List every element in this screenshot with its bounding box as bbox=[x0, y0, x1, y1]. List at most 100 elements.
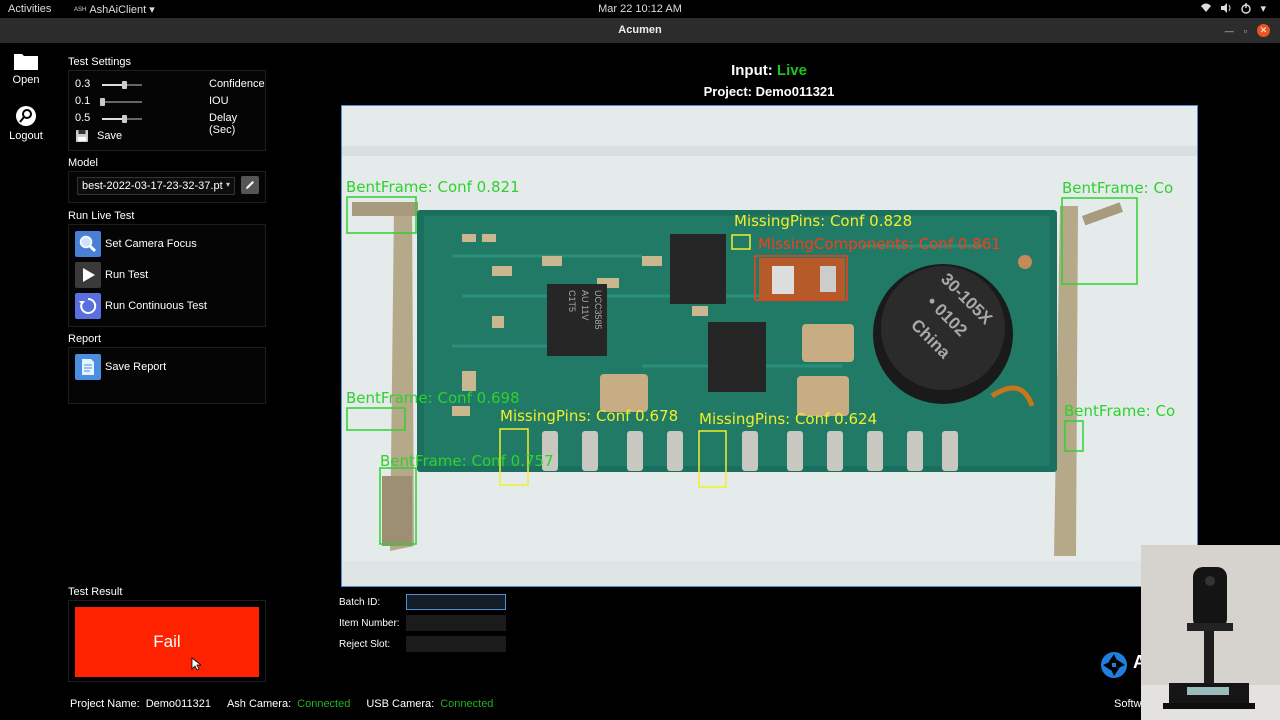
ash-camera-status: Ash Camera: Connected bbox=[227, 698, 350, 710]
ic-marking-line-2: AU 11V bbox=[580, 290, 590, 320]
software-text: Softw bbox=[1114, 698, 1142, 710]
window-title: Acumen bbox=[618, 24, 662, 36]
company-logo-icon bbox=[1101, 652, 1127, 678]
run-test-button[interactable]: Run Test bbox=[75, 261, 148, 289]
mouse-cursor-icon bbox=[191, 657, 201, 671]
project-name-label: Project Name: bbox=[70, 698, 140, 710]
model-panel: best-2022-03-17-23-32-37.pt ▾ bbox=[68, 171, 266, 203]
run-live-test-heading: Run Live Test bbox=[68, 210, 135, 222]
power-icon bbox=[1241, 3, 1252, 14]
camera-feed-image: UCC3585 AU 11V C1T5 30-105X • 0102 China bbox=[342, 106, 1197, 586]
save-settings-button[interactable]: Save bbox=[75, 129, 122, 143]
project-title: Project: Demo011321 bbox=[703, 84, 835, 99]
webcam-overlay bbox=[1141, 545, 1280, 720]
confidence-slider[interactable] bbox=[102, 81, 142, 89]
logout-label: Logout bbox=[9, 130, 43, 142]
edit-model-button[interactable] bbox=[241, 176, 259, 194]
wifi-icon bbox=[1201, 3, 1212, 12]
ash-camera-label: Ash Camera: bbox=[226, 698, 292, 710]
test-settings-panel: 0.3 Confidence 0.1 IOU 0.5 Delay (Sec) S… bbox=[68, 70, 266, 151]
detection-label: BentFrame: Co bbox=[1064, 402, 1175, 420]
app-body: Open Logout Test Settings 0.3 Confidence… bbox=[0, 43, 1280, 720]
save-report-label: Save Report bbox=[105, 361, 167, 373]
system-top-bar: Activities ASH AshAiClient ▾ Mar 22 10:12… bbox=[0, 0, 1280, 18]
run-continuous-test-button[interactable]: Run Continuous Test bbox=[75, 292, 207, 320]
detection-label: BentFrame: Conf 0.821 bbox=[346, 178, 520, 196]
reject-slot-label: Reject Slot: bbox=[339, 639, 391, 650]
batch-id-input[interactable] bbox=[406, 594, 506, 610]
item-number-label: Item Number: bbox=[339, 618, 400, 629]
folder-icon bbox=[14, 54, 38, 70]
set-camera-focus-label: Set Camera Focus bbox=[105, 238, 197, 250]
test-result-heading: Test Result bbox=[68, 586, 123, 598]
save-settings-label: Save bbox=[97, 130, 123, 142]
model-select-value: best-2022-03-17-23-32-37.pt bbox=[82, 180, 223, 192]
delay-label: Delay (Sec) bbox=[209, 112, 238, 136]
report-panel: Save Report bbox=[68, 347, 266, 404]
batch-id-label: Batch ID: bbox=[339, 597, 381, 608]
delay-row: 0.5 Delay (Sec) bbox=[75, 112, 265, 136]
iou-value: 0.1 bbox=[75, 95, 91, 107]
floppy-disk-icon bbox=[76, 130, 88, 142]
detection-label: BentFrame: Conf 0.698 bbox=[346, 389, 520, 407]
project-name-status: Project Name: Demo011321 bbox=[70, 698, 211, 710]
minimize-button[interactable]: — bbox=[1225, 26, 1234, 36]
confidence-row: 0.3 Confidence bbox=[75, 78, 265, 92]
set-camera-focus-button[interactable]: Set Camera Focus bbox=[75, 230, 197, 258]
iou-label: IOU bbox=[209, 95, 229, 107]
delay-slider[interactable] bbox=[102, 115, 142, 123]
iou-row: 0.1 IOU bbox=[75, 95, 265, 109]
input-label: Input: bbox=[731, 62, 773, 79]
refresh-icon bbox=[75, 293, 101, 319]
model-heading: Model bbox=[68, 157, 98, 169]
play-icon bbox=[75, 262, 101, 288]
key-icon bbox=[16, 106, 36, 126]
save-report-button[interactable]: Save Report bbox=[75, 353, 166, 381]
project-name-value: Demo011321 bbox=[145, 698, 211, 710]
input-live-status: Live bbox=[776, 62, 807, 79]
iou-slider[interactable] bbox=[100, 98, 142, 106]
reject-slot-input[interactable] bbox=[406, 636, 506, 652]
open-button[interactable]: Open bbox=[4, 51, 48, 86]
detection-label: MissingPins: Conf 0.624 bbox=[699, 410, 877, 428]
run-continuous-test-label: Run Continuous Test bbox=[105, 300, 207, 312]
close-button[interactable]: ✕ bbox=[1257, 24, 1270, 37]
ic-marking-line-3: C1T5 bbox=[567, 290, 577, 312]
detection-label: MissingPins: Conf 0.828 bbox=[734, 212, 912, 230]
model-select[interactable]: best-2022-03-17-23-32-37.pt ▾ bbox=[77, 177, 235, 195]
detection-label: BentFrame: Co bbox=[1062, 179, 1173, 197]
tray-chevron-icon: ▾ bbox=[1260, 3, 1266, 15]
open-label: Open bbox=[12, 74, 40, 86]
webcam-overlay-image bbox=[1141, 545, 1280, 720]
pencil-icon bbox=[246, 181, 254, 189]
item-number-input[interactable] bbox=[406, 615, 506, 631]
chevron-down-icon: ▾ bbox=[225, 180, 230, 189]
input-status-title: Input: Live bbox=[340, 62, 1198, 79]
ash-camera-value: Connected bbox=[297, 698, 351, 710]
report-heading: Report bbox=[68, 333, 102, 345]
clock[interactable]: Mar 22 10:12 AM bbox=[0, 3, 1280, 15]
magnifier-icon bbox=[75, 231, 101, 257]
camera-feed[interactable]: UCC3585 AU 11V C1T5 30-105X • 0102 China bbox=[341, 105, 1198, 587]
usb-camera-value: Connected bbox=[440, 698, 494, 710]
delay-value: 0.5 bbox=[75, 112, 91, 124]
test-settings-heading: Test Settings bbox=[68, 56, 131, 68]
logout-button[interactable]: Logout bbox=[4, 105, 48, 142]
detection-label: MissingComponents: Conf 0.861 bbox=[758, 235, 1001, 253]
usb-camera-status: USB Camera: Connected bbox=[366, 698, 493, 710]
system-tray[interactable]: ▾ bbox=[1200, 2, 1266, 15]
confidence-value: 0.3 bbox=[75, 78, 91, 90]
window-title-bar: Acumen — ▫ ✕ bbox=[0, 18, 1280, 43]
detection-label: MissingPins: Conf 0.678 bbox=[500, 407, 678, 425]
test-result-indicator[interactable]: Fail bbox=[75, 607, 259, 677]
detection-label: BentFrame: Conf 0.757 bbox=[380, 452, 554, 470]
run-test-label: Run Test bbox=[105, 269, 149, 281]
run-live-test-panel: Set Camera Focus Run Test Run Continuous… bbox=[68, 224, 266, 327]
volume-icon bbox=[1221, 3, 1231, 13]
test-result-panel: Fail bbox=[68, 600, 266, 682]
ic-marking-line-1: UCC3585 bbox=[593, 290, 603, 330]
maximize-button[interactable]: ▫ bbox=[1244, 26, 1247, 36]
usb-camera-label: USB Camera: bbox=[366, 698, 435, 710]
status-bar: Project Name: Demo011321 Ash Camera: Conne… bbox=[70, 698, 493, 710]
document-icon bbox=[75, 354, 101, 380]
